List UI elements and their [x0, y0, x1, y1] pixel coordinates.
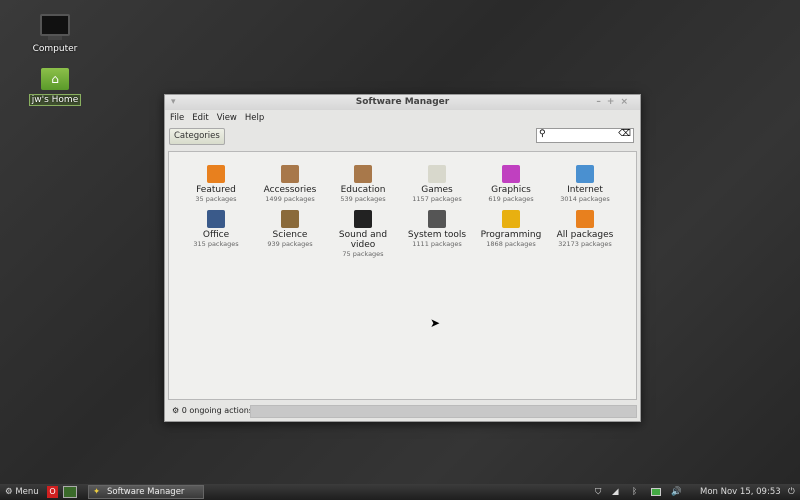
- bluetooth-icon[interactable]: ᛒ: [632, 484, 637, 500]
- category-count: 32173 packages: [558, 240, 612, 248]
- terminal-launcher-icon[interactable]: [63, 486, 77, 498]
- menu-button[interactable]: ⚙ Menu: [5, 484, 39, 500]
- window-menu-icon[interactable]: ▾: [171, 95, 176, 110]
- desktop-icon-label: jw's Home: [28, 94, 82, 106]
- category-education[interactable]: Education 539 packages: [326, 165, 400, 204]
- home-folder-icon: ⌂: [41, 68, 69, 90]
- category-icon: [428, 210, 446, 228]
- desktop-icon-computer[interactable]: Computer: [25, 14, 85, 54]
- desktop-icon-label: Computer: [32, 44, 78, 54]
- category-icon: [207, 165, 225, 183]
- category-count: 1111 packages: [412, 240, 462, 248]
- category-icon: [502, 210, 520, 228]
- computer-icon: [40, 14, 70, 36]
- category-name: Graphics: [491, 185, 531, 195]
- category-icon: [354, 165, 372, 183]
- category-name: Sound and video: [338, 230, 388, 250]
- menu-edit[interactable]: Edit: [192, 113, 208, 123]
- battery-icon[interactable]: [651, 488, 661, 496]
- category-icon: [576, 165, 594, 183]
- categories-button[interactable]: Categories: [169, 128, 225, 145]
- shield-icon[interactable]: ⛉: [595, 484, 601, 500]
- category-icon: [428, 165, 446, 183]
- category-name: Education: [340, 185, 386, 195]
- category-count: 619 packages: [488, 195, 534, 203]
- window-title: Software Manager: [355, 97, 450, 107]
- clear-icon[interactable]: ⌫: [618, 129, 631, 139]
- menu-view[interactable]: View: [217, 113, 237, 123]
- category-count: 1499 packages: [265, 195, 315, 203]
- search-icon: ⚲: [539, 129, 546, 139]
- category-count: 3014 packages: [560, 195, 610, 203]
- menu-gear-icon: ⚙: [5, 487, 13, 497]
- category-count: 315 packages: [193, 240, 239, 248]
- category-accessories[interactable]: Accessories 1499 packages: [253, 165, 327, 204]
- category-icon: [502, 165, 520, 183]
- category-icon: [576, 210, 594, 228]
- category-office[interactable]: Office 315 packages: [179, 210, 253, 249]
- network-icon[interactable]: ◢: [612, 484, 619, 500]
- software-manager-icon: ✦: [93, 487, 101, 497]
- category-programming[interactable]: Programming 1868 packages: [474, 210, 548, 249]
- menu-label: Menu: [15, 487, 39, 497]
- category-science[interactable]: Science 939 packages: [253, 210, 327, 249]
- category-featured[interactable]: Featured 35 packages: [179, 165, 253, 204]
- category-graphics[interactable]: Graphics 619 packages: [474, 165, 548, 204]
- clock[interactable]: Mon Nov 15, 09:53: [700, 484, 781, 500]
- category-name: Games: [421, 185, 453, 195]
- category-count: 1157 packages: [412, 195, 462, 203]
- category-games[interactable]: Games 1157 packages: [400, 165, 474, 204]
- software-manager-window: ▾ Software Manager –+× File Edit View Help …: [164, 94, 641, 422]
- category-name: All packages: [556, 230, 614, 240]
- close-button[interactable]: ×: [620, 97, 634, 107]
- mouse-cursor: ➤: [430, 316, 441, 330]
- category-name: System tools: [407, 230, 467, 240]
- category-system-tools[interactable]: System tools 1111 packages: [400, 210, 474, 249]
- category-count: 35 packages: [195, 195, 237, 203]
- category-icon: [281, 210, 299, 228]
- volume-icon[interactable]: 🔊: [671, 484, 682, 500]
- categories-grid: Featured 35 packages Accessories 1499 packa…: [168, 151, 637, 400]
- progress-bar: [250, 405, 637, 418]
- menu-bar: File Edit View Help: [165, 110, 640, 126]
- minimize-button[interactable]: –: [596, 97, 607, 107]
- desktop-icon-home[interactable]: ⌂ jw's Home: [25, 68, 85, 106]
- category-name: Accessories: [263, 185, 317, 195]
- search-input[interactable]: ⚲ ⌫: [536, 128, 634, 143]
- category-count: 1868 packages: [486, 240, 536, 248]
- menu-help[interactable]: Help: [245, 113, 264, 123]
- category-count: 939 packages: [267, 240, 313, 248]
- category-name: Internet: [567, 185, 603, 195]
- category-name: Featured: [196, 185, 236, 195]
- category-all-packages[interactable]: All packages 32173 packages: [548, 210, 622, 249]
- maximize-button[interactable]: +: [607, 97, 621, 107]
- category-count: 539 packages: [340, 195, 386, 203]
- task-label: Software Manager: [107, 487, 185, 497]
- gear-icon: ⚙: [172, 406, 180, 415]
- status-bar: ⚙ 0 ongoing actions: [168, 403, 637, 419]
- category-name: Programming: [480, 230, 542, 240]
- power-icon[interactable]: ⏻: [788, 484, 795, 500]
- category-internet[interactable]: Internet 3014 packages: [548, 165, 622, 204]
- title-bar[interactable]: ▾ Software Manager –+×: [165, 95, 640, 110]
- menu-file[interactable]: File: [170, 113, 184, 123]
- category-count: 75 packages: [342, 250, 384, 258]
- ongoing-actions: 0 ongoing actions: [181, 406, 253, 415]
- category-icon: [281, 165, 299, 183]
- category-icon: [207, 210, 225, 228]
- category-icon: [354, 210, 372, 228]
- taskbar-item-software-manager[interactable]: ✦ Software Manager: [88, 485, 204, 499]
- taskbar: ⚙ Menu O ✦ Software Manager ⛉ ◢ ᛒ 🔊 Mon N…: [0, 484, 800, 500]
- category-sound-and-video[interactable]: Sound and video 75 packages: [326, 210, 400, 259]
- opera-launcher-icon[interactable]: O: [47, 486, 58, 498]
- toolbar: Categories ⚲ ⌫: [165, 126, 640, 148]
- category-name: Office: [202, 230, 230, 240]
- category-name: Science: [272, 230, 308, 240]
